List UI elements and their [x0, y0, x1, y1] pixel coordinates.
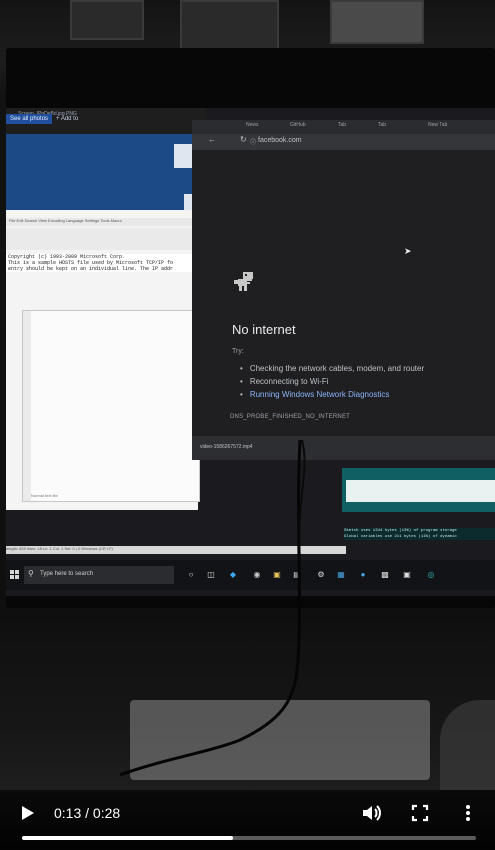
current-time: 0:13 [54, 805, 82, 821]
duration: 0:28 [92, 805, 121, 821]
more-options-icon[interactable] [457, 802, 479, 824]
video-frame: Screen_IPnDeBd.jpg.PNG See all photos + … [0, 0, 495, 790]
cable-wire [119, 439, 306, 777]
seek-bar-progress [22, 836, 233, 840]
play-icon[interactable] [22, 806, 34, 820]
time-separator: / [85, 805, 90, 821]
fullscreen-icon[interactable] [409, 802, 431, 824]
video-controls: 0:13 / 0:28 [0, 790, 495, 850]
seek-bar[interactable] [22, 836, 476, 840]
volume-icon[interactable] [360, 802, 382, 824]
time-display: 0:13 / 0:28 [54, 805, 120, 821]
